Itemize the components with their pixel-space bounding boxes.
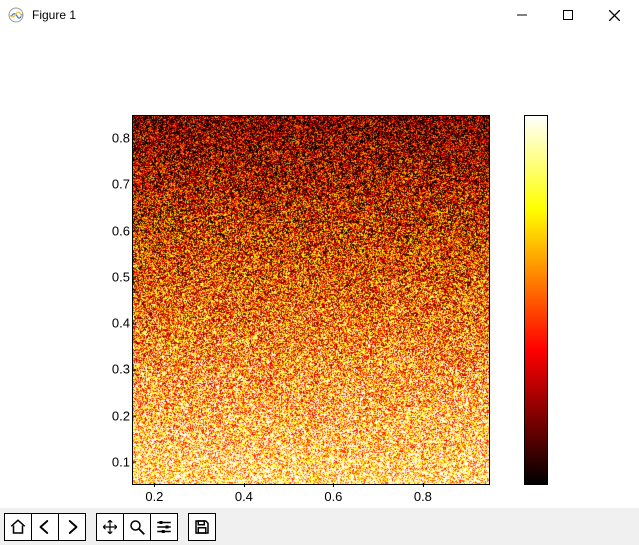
window-close-button[interactable] bbox=[591, 0, 637, 30]
configure-subplots-button[interactable] bbox=[150, 513, 178, 541]
heatmap-axes[interactable]: 0.10.20.30.40.50.60.70.80.20.40.60.8 bbox=[132, 115, 490, 485]
window-maximize-button[interactable] bbox=[545, 0, 591, 30]
y-tick-label: 0.6 bbox=[112, 223, 130, 238]
heatmap-image bbox=[132, 115, 490, 485]
zoom-button[interactable] bbox=[123, 513, 151, 541]
y-tick-label: 0.4 bbox=[112, 316, 130, 331]
app-icon bbox=[8, 7, 24, 23]
y-tick-label: 0.5 bbox=[112, 269, 130, 284]
back-button[interactable] bbox=[31, 513, 59, 541]
window-minimize-button[interactable] bbox=[499, 0, 545, 30]
matplotlib-toolbar bbox=[0, 508, 639, 545]
forward-button[interactable] bbox=[58, 513, 86, 541]
y-tick-label: 0.7 bbox=[112, 177, 130, 192]
colorbar bbox=[524, 115, 548, 485]
x-tick-label: 0.8 bbox=[414, 489, 432, 504]
window-title: Figure 1 bbox=[32, 8, 76, 22]
figure-canvas-area: 0.1 0.2 0.3 0.4 0.5 0.6 0.7 0.8 0.2 0.4 0.6 0.8 bbox=[0, 30, 639, 508]
pan-button[interactable] bbox=[96, 513, 124, 541]
x-tick-label: 0.6 bbox=[324, 489, 342, 504]
home-button[interactable] bbox=[4, 513, 32, 541]
window-titlebar: Figure 1 bbox=[0, 0, 639, 30]
save-button[interactable] bbox=[188, 513, 216, 541]
y-tick-label: 0.8 bbox=[112, 131, 130, 146]
y-tick-label: 0.3 bbox=[112, 362, 130, 377]
y-tick-label: 0.2 bbox=[112, 408, 130, 423]
x-tick-label: 0.4 bbox=[235, 489, 253, 504]
colorbar-gradient bbox=[524, 115, 548, 485]
y-tick-label: 0.1 bbox=[112, 454, 130, 469]
x-tick-label: 0.2 bbox=[145, 489, 163, 504]
